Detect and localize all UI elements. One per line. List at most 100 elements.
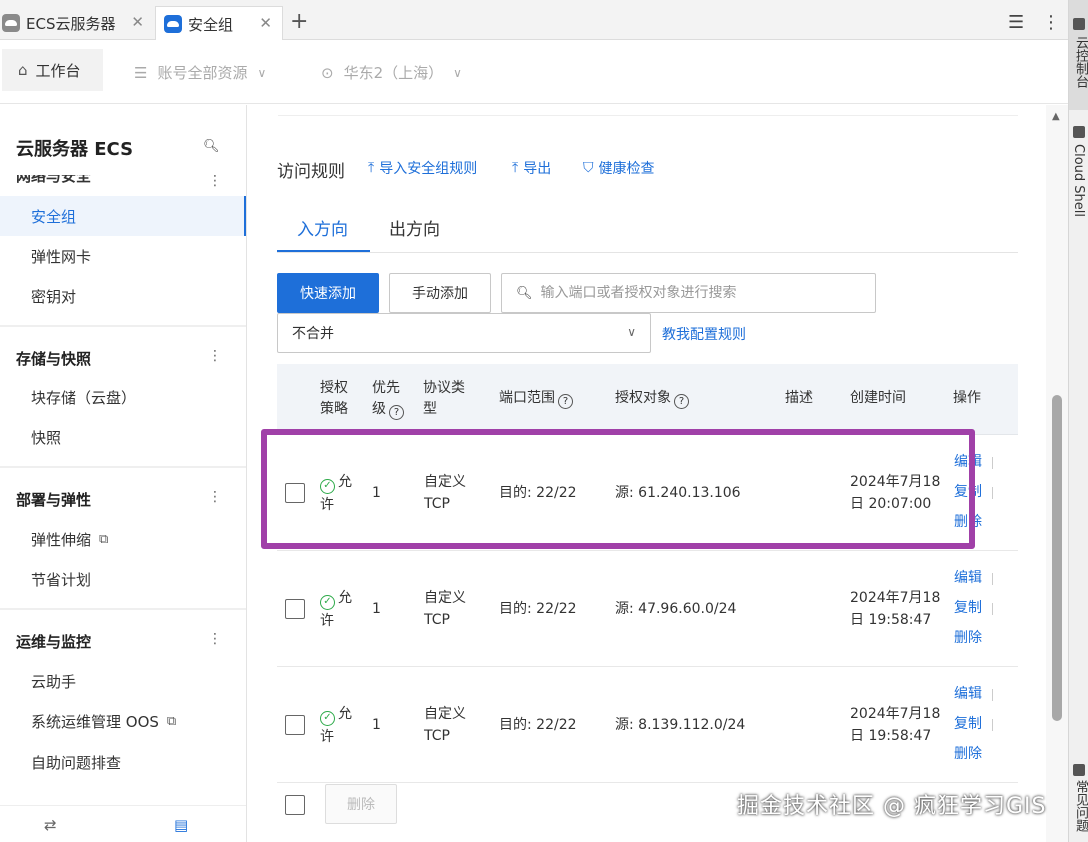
more-icon[interactable]: ⋮ <box>208 173 222 189</box>
cloud-shell-label: Cloud Shell <box>1071 144 1086 217</box>
console-panel-tab[interactable]: 云控制台 <box>1069 0 1088 110</box>
tab-inbound[interactable]: 入方向 <box>297 215 348 240</box>
copy-link[interactable]: 复制 <box>954 593 982 623</box>
scroll-up-icon[interactable]: ▲ <box>1052 111 1060 122</box>
watermark: 掘金技术社区 @ 疯狂学习GIS <box>737 794 1047 819</box>
main-content: 访问规则 ⤒ 导入安全组规则 ⤒ 导出 ⛉ 健康检查 入方向 出方向 快速添加 … <box>248 105 1046 842</box>
external-link-icon: ⧉ <box>166 713 177 729</box>
export-link[interactable]: ⤒ 导出 <box>512 158 551 178</box>
search-input[interactable] <box>540 285 861 301</box>
help-config-link[interactable]: 教我配置规则 <box>662 324 746 344</box>
col-port: 端口范围? <box>499 388 573 409</box>
col-ops: 操作 <box>953 390 981 406</box>
check-circle-icon: ✓ <box>320 711 335 726</box>
cloud-icon <box>2 14 20 32</box>
priority-cell: 1 <box>372 601 381 617</box>
home-icon: ⌂ <box>18 61 28 79</box>
col-priority: 优先 级? <box>372 378 404 420</box>
policy-cell: ✓ 允 许 <box>320 706 352 745</box>
divider <box>278 115 1018 116</box>
protocol-cell: 自定义 TCP <box>424 474 466 512</box>
sidebar-item-troubleshoot[interactable]: 自助问题排查 <box>0 742 246 782</box>
row-checkbox[interactable] <box>285 599 305 619</box>
sidebar-item-block-storage[interactable]: 块存储（云盘） <box>0 377 246 417</box>
delete-link[interactable]: 删除 <box>954 507 982 537</box>
priority-cell: 1 <box>372 717 381 733</box>
resource-selector[interactable]: ☰ 账号全部资源 ∨ <box>134 62 266 83</box>
help-icon[interactable]: ? <box>558 394 573 409</box>
policy-cell: ✓ 允 许 <box>320 590 352 629</box>
auth-cell: 源: 8.139.112.0/24 <box>615 717 746 733</box>
sidebar-item-keypair[interactable]: 密钥对 <box>0 276 246 316</box>
auth-cell: 源: 47.96.60.0/24 <box>615 601 737 617</box>
edit-link[interactable]: 编辑 <box>954 679 982 709</box>
active-tab-indicator <box>277 250 370 252</box>
faq-tab[interactable]: 常见问题 <box>1069 760 1088 842</box>
copy-link[interactable]: 复制 <box>954 477 982 507</box>
sidebar-item-eni[interactable]: 弹性网卡 <box>0 236 246 276</box>
home-button[interactable]: ⌂ 工作台 <box>2 49 103 91</box>
home-label: 工作台 <box>35 61 81 80</box>
delete-link[interactable]: 删除 <box>954 623 982 653</box>
sidebar-group-network: 网络与安全 <box>16 175 216 183</box>
section-title: 访问规则 <box>277 162 345 182</box>
menu-icon[interactable]: ☰ <box>1008 12 1024 33</box>
port-cell: 目的: 22/22 <box>499 601 577 617</box>
add-tab-icon[interactable]: + <box>290 9 308 34</box>
tab-label: ECS云服务器 <box>26 14 116 33</box>
edit-link[interactable]: 编辑 <box>954 447 982 477</box>
sidebar-item-oos[interactable]: 系统运维管理 OOS ⧉ <box>0 701 246 741</box>
scrollbar-thumb[interactable] <box>1052 395 1062 721</box>
tab-ecs[interactable]: ECS云服务器 ✕ <box>0 6 154 40</box>
batch-delete-button[interactable]: 删除 <box>325 784 397 824</box>
col-policy: 授权 策略 <box>320 380 348 417</box>
row-checkbox[interactable] <box>285 483 305 503</box>
health-check-link[interactable]: ⛉ 健康检查 <box>583 158 655 178</box>
quick-add-button[interactable]: 快速添加 <box>277 273 379 313</box>
help-icon[interactable]: ? <box>674 394 689 409</box>
more-vertical-icon[interactable]: ⋮ <box>1042 12 1060 33</box>
sidebar: 云服务器 ECS 🔍︎ 网络与安全 ⋮ 安全组 弹性网卡 密钥对 存储与快照 ⋮… <box>0 105 247 842</box>
more-icon[interactable]: ⋮ <box>208 348 222 364</box>
location-icon: ⊙ <box>321 63 334 82</box>
tab-security-group[interactable]: 安全组 ✕ <box>155 6 283 41</box>
sidebar-item-security-group[interactable]: 安全组 <box>0 196 246 236</box>
question-icon <box>1073 764 1085 776</box>
sidebar-item-autoscaling[interactable]: 弹性伸缩 ⧉ <box>0 519 246 559</box>
tab-outbound[interactable]: 出方向 <box>389 215 440 240</box>
chevron-down-icon: ∨ <box>257 65 267 80</box>
scrollbar[interactable]: ▲ <box>1046 105 1068 842</box>
console-header: ⌂ 工作台 ☰ 账号全部资源 ∨ ⊙ 华东2（上海） ∨ <box>0 40 1068 104</box>
switch-icon[interactable]: ⇄ <box>44 816 57 834</box>
sidebar-item-snapshot[interactable]: 快照 <box>0 417 246 457</box>
policy-cell: ✓ 允 许 <box>320 474 352 513</box>
manual-add-button[interactable]: 手动添加 <box>389 273 491 313</box>
sidebar-title: 云服务器 ECS <box>16 139 134 160</box>
select-all-checkbox[interactable] <box>285 795 305 815</box>
copy-link[interactable]: 复制 <box>954 709 982 739</box>
close-icon[interactable]: ✕ <box>259 14 272 32</box>
faq-label: 常见问题 <box>1073 780 1088 832</box>
region-selector[interactable]: ⊙ 华东2（上海） ∨ <box>321 62 462 83</box>
sidebar-item-savings-plan[interactable]: 节省计划 <box>0 559 246 599</box>
divider <box>0 608 246 610</box>
protocol-cell: 自定义 TCP <box>424 706 466 744</box>
merge-select[interactable]: 不合并 ∨ <box>277 313 651 353</box>
close-icon[interactable]: ✕ <box>131 13 144 31</box>
check-circle-icon: ✓ <box>320 595 335 610</box>
export-icon: ⤒ <box>512 160 519 176</box>
help-icon[interactable]: ? <box>389 405 404 420</box>
import-rules-link[interactable]: ⤒ 导入安全组规则 <box>368 158 477 178</box>
more-icon[interactable]: ⋮ <box>208 489 222 505</box>
auth-cell: 源: 61.240.13.106 <box>615 485 741 501</box>
cloud-shell-tab[interactable]: Cloud Shell <box>1069 120 1088 230</box>
delete-link[interactable]: 删除 <box>954 739 982 769</box>
feedback-icon[interactable]: ▤ <box>174 816 188 834</box>
more-icon[interactable]: ⋮ <box>208 631 222 647</box>
col-desc: 描述 <box>785 390 813 406</box>
row-checkbox[interactable] <box>285 715 305 735</box>
sidebar-item-cloud-assistant[interactable]: 云助手 <box>0 661 246 701</box>
search-icon[interactable]: 🔍︎ <box>203 139 220 154</box>
edit-link[interactable]: 编辑 <box>954 563 982 593</box>
port-cell: 目的: 22/22 <box>499 717 577 733</box>
